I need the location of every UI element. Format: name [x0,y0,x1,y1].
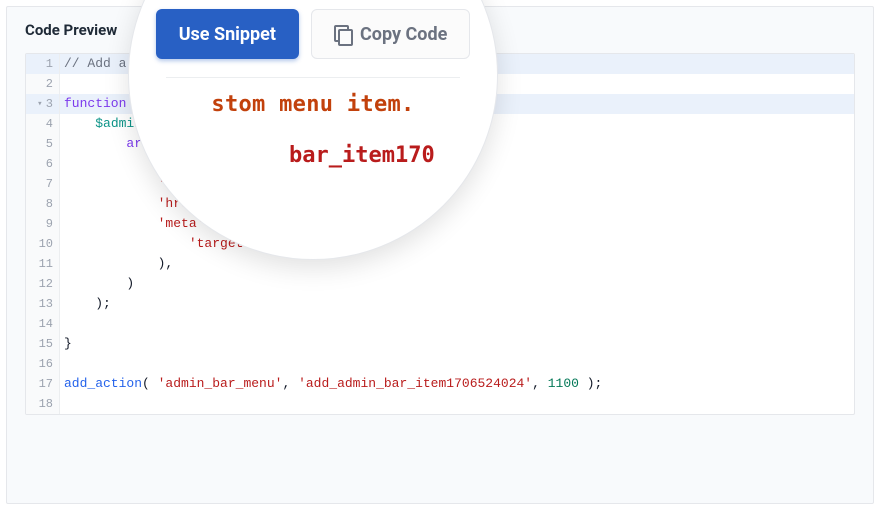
gutter: 16 [26,354,60,374]
code-content[interactable]: 'target' => '', [60,234,854,254]
copy-code-label: Copy Code [360,24,447,45]
copy-icon [334,25,352,43]
line-number: 1 [46,54,53,74]
copy-code-button[interactable]: Copy Code [311,9,470,59]
gutter: 14 [26,314,60,334]
gutter: 12 [26,274,60,294]
gutter: 6 [26,154,60,174]
code-content[interactable]: ); [60,294,854,314]
gutter: 9 [26,214,60,234]
code-content[interactable] [60,354,854,374]
gutter: ▾3 [26,94,60,114]
code-content[interactable]: } [60,334,854,354]
lens-comment-fragment: stom menu item. [211,92,414,117]
gutter: 13 [26,294,60,314]
gutter: 5 [26,134,60,154]
gutter: 10 [26,234,60,254]
code-content[interactable] [60,314,854,334]
line-number: 16 [39,354,53,374]
code-content[interactable]: 'meta' => array( [60,214,854,234]
code-line[interactable]: 11 ), [26,254,854,274]
code-line[interactable]: 12 ) [26,274,854,294]
gutter: 1 [26,54,60,74]
line-number: 18 [39,394,53,414]
code-line[interactable]: 18 [26,394,854,414]
line-number: 14 [39,314,53,334]
line-number: 12 [39,274,53,294]
code-line[interactable]: 17 add_action( 'admin_bar_menu', 'add_adm… [26,374,854,394]
code-content[interactable]: add_action( 'admin_bar_menu', 'add_admin… [60,374,854,394]
code-line[interactable]: 9 'meta' => array( [26,214,854,234]
line-number: 5 [46,134,53,154]
gutter: 4 [26,114,60,134]
gutter: 18 [26,394,60,414]
gutter: 15 [26,334,60,354]
line-number: 9 [46,214,53,234]
gutter: 17 [26,374,60,394]
gutter: 11 [26,254,60,274]
line-number: 8 [46,194,53,214]
line-number: 3 [46,94,53,114]
gutter: 7 [26,174,60,194]
line-number: 4 [46,114,53,134]
line-number: 7 [46,174,53,194]
code-content[interactable]: ), [60,254,854,274]
fold-icon[interactable]: ▾ [34,94,46,114]
code-line[interactable]: 10 'target' => '', [26,234,854,254]
code-content[interactable]: ) [60,274,854,294]
lens-string-fragment: bar_item170 [289,143,435,168]
line-number: 10 [39,234,53,254]
line-number: 2 [46,74,53,94]
code-line[interactable]: 16 [26,354,854,374]
line-number: 6 [46,154,53,174]
line-number: 17 [39,374,53,394]
code-line[interactable]: 14 [26,314,854,334]
use-snippet-label: Use Snippet [179,24,276,45]
line-number: 11 [39,254,53,274]
code-content[interactable] [60,394,854,414]
code-line[interactable]: 13 ); [26,294,854,314]
use-snippet-button[interactable]: Use Snippet [156,9,299,59]
line-number: 15 [39,334,53,354]
code-line[interactable]: 15} [26,334,854,354]
gutter: 8 [26,194,60,214]
gutter: 2 [26,74,60,94]
lens-separator [166,77,460,78]
line-number: 13 [39,294,53,314]
